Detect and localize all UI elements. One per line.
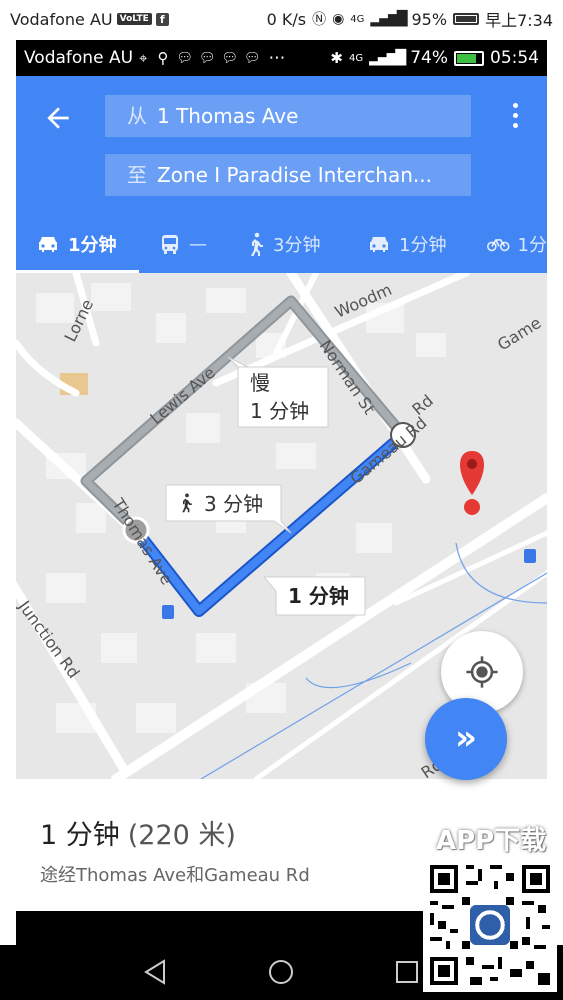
eye-icon: ◉ (332, 11, 345, 27)
svg-text:3 分钟: 3 分钟 (204, 492, 263, 516)
inner-time: 05:54 (490, 48, 539, 68)
outer-time: 早上7:34 (485, 11, 553, 30)
nfc-icon: Ⓝ (312, 12, 327, 28)
outer-carrier: Vodafone AU (10, 9, 113, 29)
double-chevron-right-icon: » (455, 718, 477, 758)
destination-prefix: 至 (127, 163, 147, 187)
more-vert-icon[interactable] (503, 98, 527, 138)
route-duration: 1 分钟 (40, 820, 120, 851)
route-distance: (220 米) (127, 820, 236, 851)
travel-mode-tabs: 1分钟 — 3分钟 1分钟 1分 (16, 215, 547, 273)
arrow-left-icon[interactable] (38, 98, 78, 138)
wechat-icon: 💬︎ (244, 50, 261, 66)
transit-stop-icon (524, 549, 536, 563)
battery-icon (453, 13, 480, 25)
phone-screen: Vodafone AU ⌖ ⚲ 💬︎ 💬︎ 💬︎ 💬︎ ⋯ ✱ 4G ▂▄▆█ … (16, 40, 547, 950)
bluetooth-icon: ✱ (330, 49, 343, 67)
outer-network: 4G (350, 13, 365, 25)
my-location-icon (466, 656, 498, 688)
directions-header: 从 1 Thomas Ave 至 Zone I Paradise Interchan… (16, 76, 547, 273)
outer-speed: 0 K/s (266, 9, 307, 29)
taxi-icon (370, 237, 388, 252)
bike-icon (487, 239, 510, 252)
search-icon: ⚲ (157, 49, 169, 67)
recent-apps-icon[interactable] (392, 957, 422, 987)
back-icon[interactable] (140, 957, 170, 987)
bus-icon (162, 235, 178, 254)
outer-status-bar: Vodafone AU VoLTE f 0 K/s Ⓝ ◉ 4G ▂▄▆█ 95… (0, 0, 563, 38)
qr-code (423, 858, 557, 992)
tab-bike-label: 1分 (517, 235, 547, 256)
origin-field[interactable]: 从 1 Thomas Ave (105, 95, 471, 137)
signal-icon: ▂▄▆█ (370, 11, 407, 27)
tab-walk-label: 3分钟 (273, 235, 321, 256)
start-navigation-button[interactable]: » (425, 698, 507, 780)
tab-bike[interactable]: 1分 (467, 215, 547, 273)
tab-drive-label: 1分钟 (68, 235, 117, 256)
inner-status-bar: Vodafone AU ⌖ ⚲ 💬︎ 💬︎ 💬︎ 💬︎ ⋯ ✱ 4G ▂▄▆█ … (16, 40, 547, 76)
inner-battery-text: 74% (410, 48, 448, 68)
wechat-icon: 💬︎ (176, 50, 193, 66)
tab-drive[interactable]: 1分钟 (16, 215, 139, 273)
route-via: 途经Thomas Ave和Gameau Rd (40, 865, 310, 886)
location-icon: ⌖ (139, 49, 148, 67)
signal-icon: ▂▄▆█ (369, 50, 406, 66)
battery-icon (454, 50, 484, 66)
tab-taxi-label: 1分钟 (399, 235, 447, 256)
transit-stop-icon (162, 605, 174, 619)
home-icon[interactable] (266, 957, 296, 987)
origin-value: 1 Thomas Ave (157, 104, 299, 128)
destination-value: Zone I Paradise Interchan... (157, 163, 432, 187)
callout-slow: 慢 1 分钟 (227, 356, 329, 428)
tab-transit-label: — (189, 233, 207, 255)
wechat-icon: 💬︎ (221, 50, 239, 66)
destination-field[interactable]: 至 Zone I Paradise Interchan... (105, 154, 471, 196)
outer-battery-text: 95% (411, 9, 448, 29)
tab-taxi[interactable]: 1分钟 (347, 215, 467, 273)
tab-transit[interactable]: — (139, 215, 227, 273)
svg-text:1 分钟: 1 分钟 (250, 399, 309, 423)
svg-text:1 分钟: 1 分钟 (288, 584, 349, 608)
tab-walk[interactable]: 3分钟 (227, 215, 347, 273)
more-notifications-icon: ⋯ (268, 48, 286, 68)
callout-main: 1 分钟 (262, 576, 366, 616)
inner-carrier: Vodafone AU (24, 48, 134, 68)
inner-network: 4G (349, 52, 364, 64)
wechat-icon: 💬︎ (198, 50, 216, 66)
volte-badge: VoLTE (116, 13, 152, 25)
screenshot: Vodafone AU VoLTE f 0 K/s Ⓝ ◉ 4G ▂▄▆█ 95… (0, 0, 563, 1000)
car-icon (39, 237, 57, 252)
origin-prefix: 从 (127, 104, 147, 128)
walk-icon (251, 232, 263, 256)
facebook-icon: f (155, 12, 169, 26)
svg-text:慢: 慢 (250, 371, 270, 395)
watermark-text: APP下载 (436, 826, 547, 856)
